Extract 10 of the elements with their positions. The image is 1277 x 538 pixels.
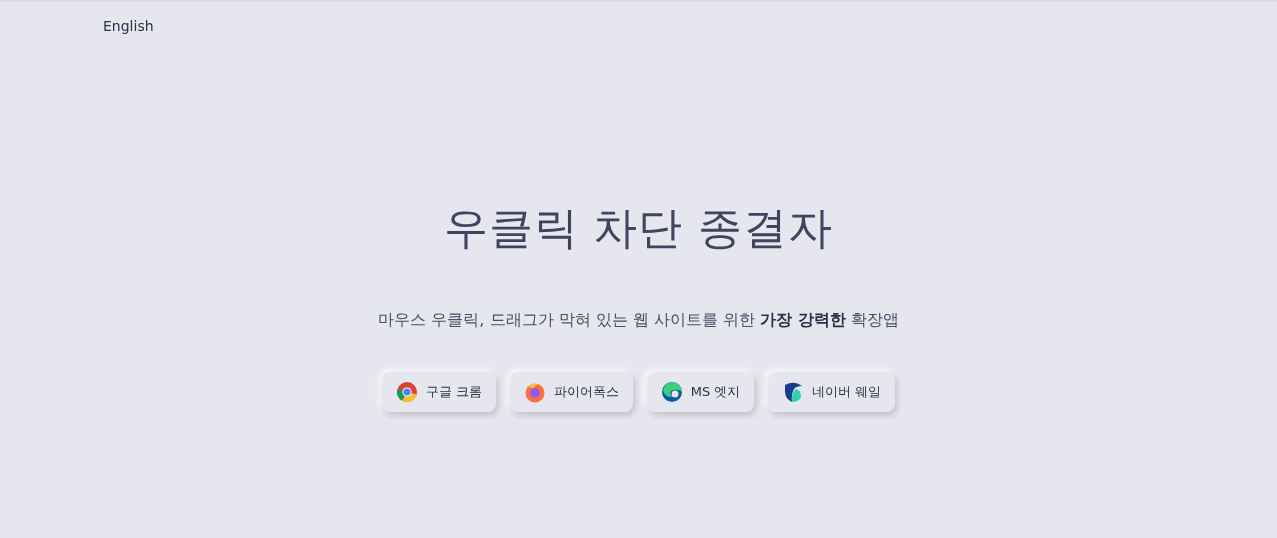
edge-download-button[interactable]: MS 엣지 [646,372,755,412]
fox-globe-icon [523,381,546,403]
whale-download-button[interactable]: 네이버 웨일 [768,372,896,412]
firefox-download-button[interactable]: 파이어폭스 [509,372,633,412]
subtitle: 마우스 우클릭, 드래그가 막혀 있는 웹 사이트를 위한 가장 강력한 확장앱 [378,310,899,331]
page-title: 우클릭 차단 종결자 [443,201,834,255]
language-link[interactable]: English [103,18,154,34]
edge-wave-icon [660,381,683,403]
chrome-logo-icon [395,381,418,403]
chrome-download-button[interactable]: 구글 크롬 [381,372,496,412]
